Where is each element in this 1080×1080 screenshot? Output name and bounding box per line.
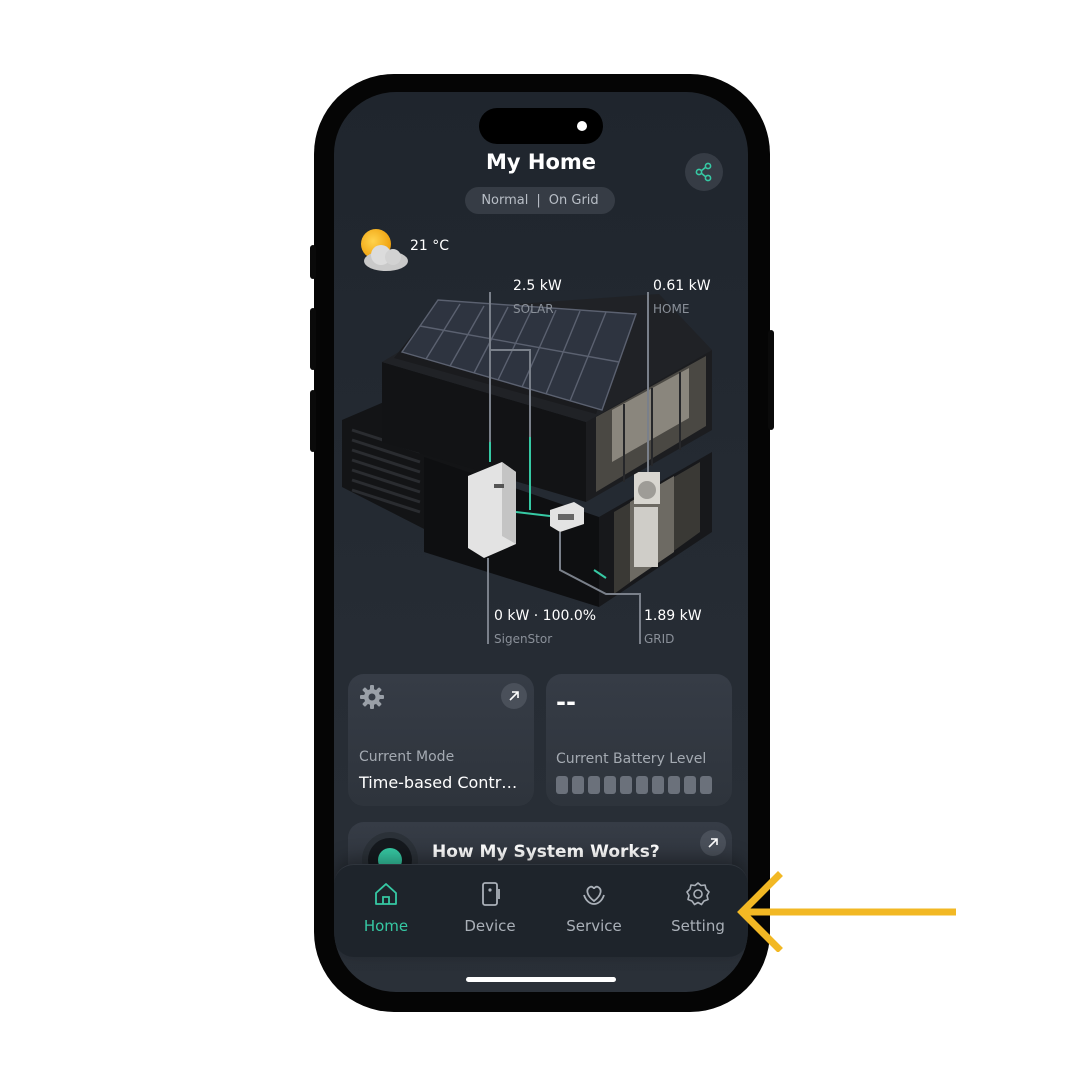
status-grid: On Grid bbox=[548, 193, 599, 208]
app-screen: My Home Normal | On Grid 21 °C 2.5 kW SO… bbox=[334, 92, 748, 992]
battery-level-value: -- bbox=[556, 688, 576, 716]
battery-cell bbox=[700, 776, 712, 794]
phone-side-button bbox=[768, 330, 774, 430]
nav-item-home[interactable]: Home bbox=[334, 881, 438, 935]
battery-cell bbox=[604, 776, 616, 794]
home-indicator bbox=[466, 977, 616, 982]
phone-side-button bbox=[310, 308, 316, 370]
home-icon bbox=[375, 883, 397, 905]
grid-label: GRID bbox=[644, 632, 675, 646]
temperature-label: 21 °C bbox=[410, 238, 450, 254]
phone-side-button bbox=[310, 390, 316, 452]
share-button[interactable] bbox=[685, 153, 723, 191]
nav-item-device[interactable]: Device bbox=[438, 881, 542, 935]
nav-item-service[interactable]: Service bbox=[542, 881, 646, 935]
battery-cell bbox=[588, 776, 600, 794]
gear-icon bbox=[686, 882, 710, 906]
arrow-left-icon bbox=[737, 871, 956, 952]
battery-cell bbox=[572, 776, 584, 794]
arrow-up-right-icon bbox=[509, 691, 519, 701]
battery-cell bbox=[684, 776, 696, 794]
battery-cell bbox=[556, 776, 568, 794]
storage-power-value: 0 kW · 100.0% bbox=[494, 608, 597, 624]
service-icon bbox=[583, 885, 605, 905]
gear-icon bbox=[360, 685, 384, 709]
status-separator: | bbox=[536, 193, 541, 208]
share-icon bbox=[695, 162, 712, 182]
dynamic-island bbox=[479, 108, 603, 144]
arrow-up-right-icon bbox=[708, 838, 718, 848]
camera-dot bbox=[577, 121, 587, 131]
open-mode-button[interactable] bbox=[501, 683, 527, 709]
house-illustration bbox=[342, 292, 712, 644]
how-system-works-title: How My System Works? bbox=[432, 842, 660, 862]
battery-cell bbox=[652, 776, 664, 794]
home-label: HOME bbox=[653, 302, 690, 316]
solar-label: SOLAR bbox=[513, 302, 554, 316]
grid-power-value: 1.89 kW bbox=[644, 608, 702, 624]
battery-cells bbox=[556, 776, 712, 794]
battery-level-card[interactable]: -- Current Battery Level bbox=[546, 674, 732, 806]
current-mode-card[interactable]: Current Mode Time-based Contr… bbox=[348, 674, 534, 806]
device-icon bbox=[482, 882, 500, 906]
battery-cell bbox=[668, 776, 680, 794]
storage-label: SigenStor bbox=[494, 632, 553, 646]
battery-cell bbox=[620, 776, 632, 794]
battery-cell bbox=[636, 776, 648, 794]
home-power-value: 0.61 kW bbox=[653, 278, 711, 294]
bottom-nav: Home Device Service Setting bbox=[334, 864, 748, 957]
phone-side-button bbox=[310, 245, 316, 279]
battery-level-caption: Current Battery Level bbox=[556, 751, 707, 767]
solar-power-value: 2.5 kW bbox=[513, 278, 562, 294]
nav-label-service: Service bbox=[566, 917, 622, 935]
nav-label-home: Home bbox=[363, 917, 409, 935]
status-mode: Normal bbox=[481, 193, 529, 208]
system-status-pill: Normal | On Grid bbox=[465, 187, 615, 214]
current-mode-caption: Current Mode bbox=[359, 749, 455, 765]
open-how-button[interactable] bbox=[700, 830, 726, 856]
current-mode-value: Time-based Contr… bbox=[359, 773, 518, 792]
nav-label-device: Device bbox=[464, 917, 516, 935]
